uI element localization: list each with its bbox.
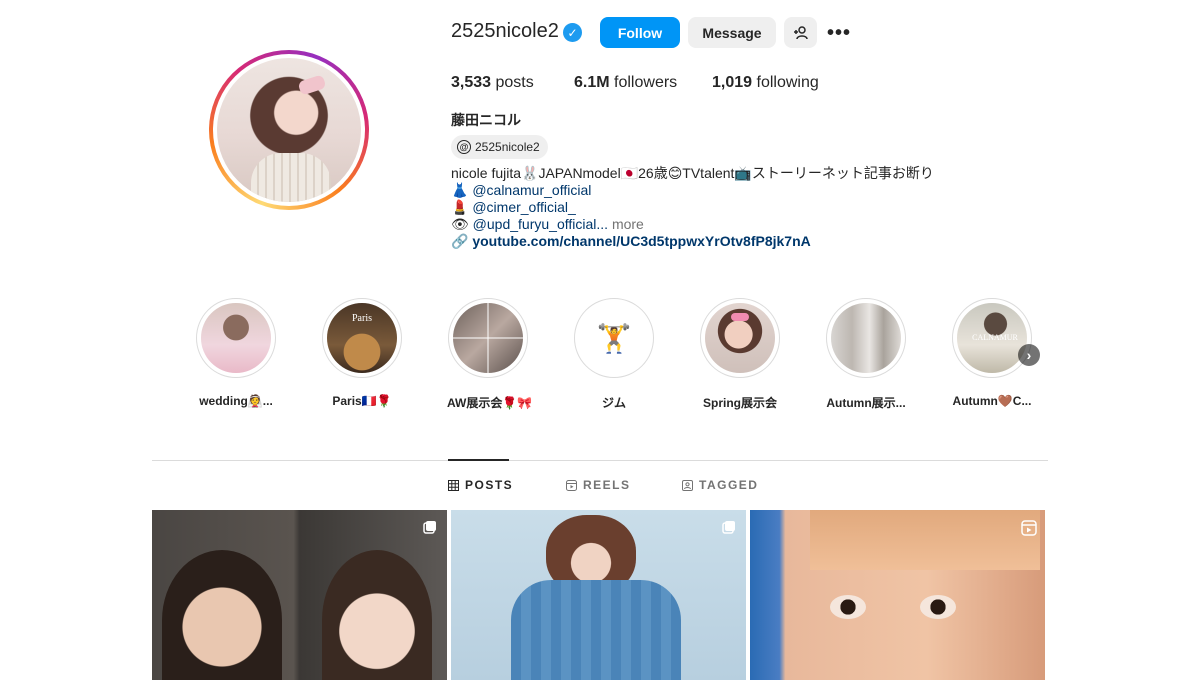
bio-line-4: 👁 @upd_furyu_official... more	[451, 216, 644, 232]
mention-link[interactable]: @upd_furyu_official...	[473, 216, 608, 232]
highlight-item[interactable]: wedding👰...	[195, 298, 277, 408]
tab-reels[interactable]: REELS	[566, 478, 631, 492]
weightlifter-icon: 🏋	[596, 322, 632, 354]
threads-icon: @	[457, 140, 471, 154]
tagged-icon	[682, 479, 693, 491]
tabs-divider	[152, 460, 1048, 461]
tab-posts[interactable]: POSTS	[448, 478, 513, 492]
mention-link[interactable]: @cimer_official_	[472, 199, 575, 215]
highlight-item[interactable]: Autumn展示...	[825, 298, 907, 411]
post-thumbnail[interactable]	[750, 510, 1045, 680]
carousel-icon	[423, 520, 437, 534]
bio-external-link[interactable]: 🔗 youtube.com/channel/UC3d5tppwxYrOtv8fP…	[451, 233, 811, 250]
highlight-item[interactable]: Spring展示会	[699, 298, 781, 411]
highlight-cover	[705, 303, 775, 373]
add-user-icon	[793, 25, 808, 39]
posts-count: 3,533 posts	[451, 74, 534, 91]
highlight-label: wedding👰...	[199, 394, 273, 408]
more-options-button[interactable]: •••	[827, 22, 851, 45]
bio-line-1: nicole fujita🐰JAPANmodel🇯🇵26歳😊TVtalent📺ス…	[451, 165, 934, 181]
active-tab-indicator	[448, 459, 509, 461]
highlight-label: Autumn🤎C...	[952, 394, 1032, 408]
carousel-icon	[722, 520, 736, 534]
username: 2525nicole2	[451, 20, 559, 42]
threads-badge[interactable]: @ 2525nicole2	[451, 135, 548, 159]
verified-badge-icon: ✓	[563, 23, 582, 42]
highlight-label: AW展示会🌹🎀	[447, 396, 533, 410]
follow-button[interactable]: Follow	[600, 17, 680, 48]
highlight-cover: Paris	[327, 303, 397, 373]
highlight-label: ジム	[601, 396, 626, 410]
following-count[interactable]: 1,019 following	[712, 74, 819, 92]
bio-more-button[interactable]: more	[612, 216, 644, 232]
post-thumbnail[interactable]	[451, 510, 746, 680]
highlight-cover	[453, 303, 523, 373]
reels-icon	[1021, 520, 1037, 536]
bio-line-2: 👗 @calnamur_official	[451, 182, 592, 198]
add-user-button[interactable]	[784, 17, 817, 48]
mention-link[interactable]: @calnamur_official	[472, 182, 591, 198]
full-name: 藤田ニコル	[451, 112, 521, 128]
highlight-item[interactable]: AW展示会🌹🎀	[447, 298, 533, 411]
link-icon: 🔗	[451, 233, 469, 249]
tab-tagged[interactable]: TAGGED	[682, 478, 758, 492]
bio-line-3: 💄 @cimer_official_	[451, 199, 576, 215]
message-button[interactable]: Message	[688, 17, 776, 48]
highlight-label: Spring展示会	[703, 396, 777, 410]
post-thumbnail[interactable]	[152, 510, 447, 680]
highlight-label: Autumn展示...	[826, 396, 906, 410]
highlight-cover	[831, 303, 901, 373]
chevron-right-icon[interactable]: ›	[1018, 344, 1040, 366]
avatar-image	[217, 58, 361, 202]
profile-avatar[interactable]	[209, 50, 369, 210]
highlight-cover	[201, 303, 271, 373]
highlight-cover: CALNAMUR	[957, 303, 1027, 373]
highlight-label: Paris🇫🇷🌹	[332, 394, 392, 408]
reels-icon	[566, 479, 577, 491]
highlight-item[interactable]: 🏋 ジム	[573, 298, 655, 411]
highlight-cover: 🏋	[579, 303, 649, 373]
grid-icon	[448, 479, 459, 491]
followers-count[interactable]: 6.1M followers	[574, 74, 677, 92]
highlight-item[interactable]: Paris Paris🇫🇷🌹	[321, 298, 403, 408]
